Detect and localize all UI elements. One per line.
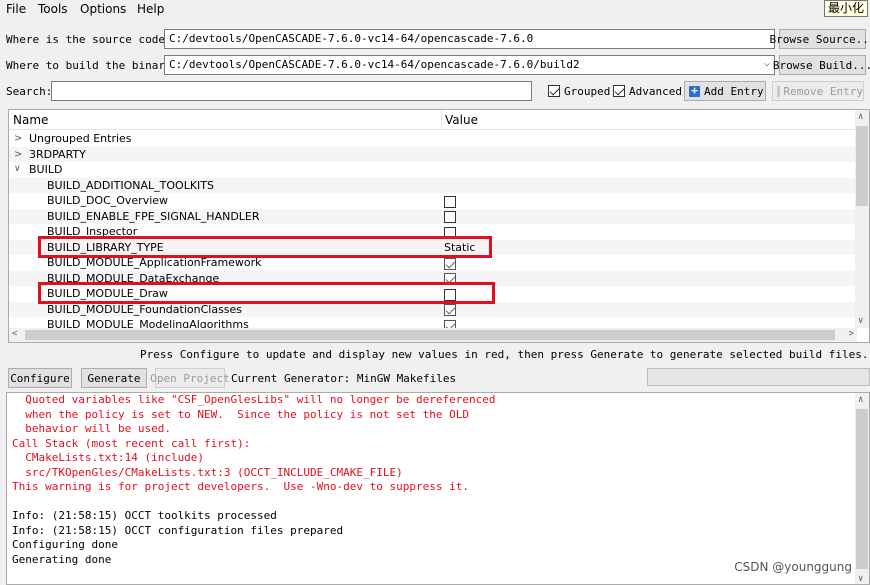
chevron-down-icon[interactable]: ⌵	[764, 58, 770, 69]
tree-group-ungrouped[interactable]: > Ungrouped Entries	[9, 131, 857, 147]
menu-options[interactable]: Options	[80, 2, 126, 16]
log-line: Info: (21:58:15) OCCT configuration file…	[12, 523, 344, 537]
output-log[interactable]: Quoted variables like "CSF_OpenGlesLibs"…	[6, 392, 870, 585]
tree-header: Name Value	[9, 110, 857, 130]
scroll-down-icon[interactable]: ∨	[858, 574, 863, 584]
header-divider	[441, 110, 442, 130]
grouped-checkbox[interactable]	[548, 84, 560, 97]
log-line: Configuring done	[12, 538, 118, 551]
advanced-label: Advanced	[629, 85, 682, 98]
scroll-left-icon[interactable]: <	[12, 329, 17, 339]
menu-tools[interactable]: Tools	[38, 2, 68, 16]
tree-vertical-scrollbar[interactable]: ∧ ∨	[855, 110, 869, 328]
grouped-label: Grouped	[564, 85, 611, 98]
scroll-up-icon[interactable]: ∧	[858, 395, 863, 405]
log-line: Generating done	[12, 552, 112, 566]
tree-group-3rdparty[interactable]: > 3RDPARTY	[9, 146, 857, 162]
value-checkbox[interactable]	[444, 209, 456, 224]
tree-vertical-scroll-thumb[interactable]	[856, 126, 868, 206]
tree-horizontal-scrollbar[interactable]: < >	[9, 328, 857, 342]
tree-row-name: 3RDPARTY	[29, 147, 86, 161]
advanced-checkbox[interactable]	[613, 84, 625, 97]
log-line: behavior will be used.	[12, 422, 171, 435]
add-entry-label: Add Entry	[704, 84, 764, 98]
tree-row-name: BUILD	[29, 163, 63, 176]
tree-group-build[interactable]: ∨ BUILD	[9, 162, 857, 178]
log-line: This warning is for project developers. …	[12, 480, 469, 493]
highlight-box-library-type	[38, 236, 492, 258]
menu-file[interactable]: File	[6, 2, 26, 16]
search-input[interactable]	[51, 81, 532, 101]
tree-row-build-enable-fpe[interactable]: BUILD_ENABLE_FPE_SIGNAL_HANDLER	[9, 208, 857, 224]
chevron-right-icon[interactable]: >	[14, 147, 22, 162]
scroll-up-icon[interactable]: ∧	[858, 112, 863, 122]
menu-bar: File Tools Options Help 最小化	[0, 0, 870, 20]
hint-text: Press Configure to update and display ne…	[140, 348, 869, 361]
scroll-right-icon[interactable]: >	[849, 329, 854, 339]
source-path-input[interactable]: C:/devtools/OpenCASCADE-7.6.0-vc14-64/op…	[164, 29, 775, 49]
log-line: Info: (21:58:15) OCCT toolkits processed	[12, 509, 277, 522]
output-vertical-scroll-thumb[interactable]	[856, 409, 868, 569]
generate-button[interactable]: Generate	[81, 368, 147, 388]
minimize-tooltip: 最小化	[823, 0, 868, 17]
tree-row-name: BUILD_ENABLE_FPE_SIGNAL_HANDLER	[47, 209, 260, 223]
tree-row-name: BUILD_ADDITIONAL_TOOLKITS	[47, 178, 214, 192]
remove-entry-label: Remove Entry	[783, 84, 863, 98]
plus-icon: +	[689, 85, 700, 97]
open-project-button[interactable]: Open Project	[150, 368, 230, 388]
build-path-combobox[interactable]: C:/devtools/OpenCASCADE-7.6.0-vc14-64/op…	[164, 55, 775, 75]
highlight-box-module-draw	[38, 282, 495, 304]
log-line: CMakeLists.txt:14 (include)	[12, 451, 205, 464]
build-path-value: C:/devtools/OpenCASCADE-7.6.0-vc14-64/op…	[169, 58, 580, 71]
log-line: when the policy is set to NEW. Since the…	[12, 407, 469, 421]
search-label: Search:	[6, 85, 53, 98]
chevron-right-icon[interactable]: >	[14, 131, 22, 146]
menu-help[interactable]: Help	[137, 2, 164, 16]
tree-header-value[interactable]: Value	[445, 113, 478, 127]
tree-row-name: Ungrouped Entries	[29, 132, 132, 145]
log-line: Quoted variables like "CSF_OpenGlesLibs"…	[12, 393, 496, 406]
tree-row-build-additional-toolkits[interactable]: BUILD_ADDITIONAL_TOOLKITS	[9, 177, 857, 193]
tree-row-name: BUILD_DOC_Overview	[47, 194, 169, 207]
progress-bar	[647, 368, 870, 386]
log-line: Call Stack (most recent call first):	[12, 436, 251, 450]
log-line: src/TKOpenGles/CMakeLists.txt:3 (OCCT_IN…	[12, 465, 403, 479]
scroll-down-icon[interactable]: ∨	[858, 316, 863, 326]
browse-source-button[interactable]: Browse Source...	[770, 29, 870, 49]
output-vertical-scrollbar[interactable]: ∧ ∨	[855, 393, 869, 584]
configure-button[interactable]: Configure	[8, 368, 72, 388]
add-entry-button[interactable]: + Add Entry	[684, 81, 766, 101]
source-label: Where is the source code:	[6, 33, 172, 46]
tree-header-name[interactable]: Name	[13, 113, 48, 127]
value-checkbox[interactable]	[444, 193, 456, 208]
remove-icon	[777, 85, 780, 97]
current-generator-label: Current Generator: MinGW Makefiles	[231, 372, 457, 385]
remove-entry-button[interactable]: Remove Entry	[772, 81, 864, 101]
tree-horizontal-scroll-thumb[interactable]	[25, 330, 835, 340]
cache-tree-view[interactable]: Name Value > Ungrouped Entries > 3RDPART…	[8, 109, 870, 343]
chevron-down-icon[interactable]: ∨	[14, 162, 21, 177]
browse-build-button[interactable]: Browse Build...	[773, 55, 870, 75]
tree-row-build-doc-overview[interactable]: BUILD_DOC_Overview	[9, 193, 857, 209]
watermark: CSDN @younggung	[734, 560, 852, 574]
